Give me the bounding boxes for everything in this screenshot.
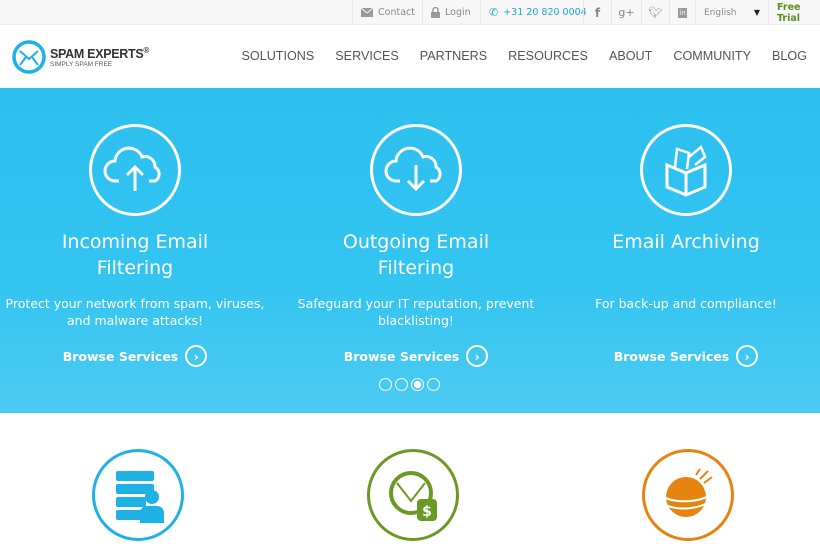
linkedin-icon[interactable]: in <box>669 0 695 25</box>
caret-down-icon: ▼ <box>753 8 760 17</box>
browse-services-button[interactable]: Browse Services › <box>344 345 489 367</box>
header: SPAM EXPERTS® SIMPLY SPAM FREE SOLUTIONS… <box>0 25 820 88</box>
slide-outgoing-filtering: Outgoing Email Filtering Safeguard your I… <box>266 88 566 367</box>
slide-incoming-filtering: Incoming Email Filtering Protect your net… <box>0 88 285 367</box>
chevron-right-icon: › <box>736 345 759 367</box>
carousel-dot-3[interactable] <box>411 378 424 391</box>
envelope-icon <box>361 8 373 17</box>
browse-services-button[interactable]: Browse Services › <box>614 345 759 367</box>
logo-envelope-icon <box>12 40 46 74</box>
main-nav: SOLUTIONS SERVICES PARTNERS RESOURCES AB… <box>242 49 808 63</box>
free-trial-link[interactable]: Free Trial <box>768 0 820 25</box>
nav-community[interactable]: COMMUNITY <box>673 49 751 63</box>
phone-icon: ✆ <box>489 6 499 19</box>
server-user-icon <box>92 449 184 541</box>
cloud-upload-icon <box>89 124 181 216</box>
nav-about[interactable]: ABOUT <box>609 49 652 63</box>
carousel-dots <box>379 378 440 391</box>
carousel-dot-4[interactable] <box>427 378 440 391</box>
lock-icon <box>431 7 440 18</box>
svg-text:$: $ <box>422 504 432 520</box>
nav-solutions[interactable]: SOLUTIONS <box>242 49 315 63</box>
carousel-dot-2[interactable] <box>395 378 408 391</box>
nav-partners[interactable]: PARTNERS <box>420 49 487 63</box>
language-select[interactable]: English ▼ <box>695 0 768 25</box>
phone-link[interactable]: ✆ +31 20 820 0004 <box>480 0 595 25</box>
cloud-download-icon <box>370 124 462 216</box>
hero-carousel: Incoming Email Filtering Protect your net… <box>0 88 820 413</box>
google-plus-icon[interactable]: g+ <box>611 0 641 25</box>
slide-email-archiving: Email Archiving For back-up and complian… <box>536 88 820 367</box>
logo[interactable]: SPAM EXPERTS® SIMPLY SPAM FREE <box>12 40 149 74</box>
archive-box-icon <box>640 124 732 216</box>
chevron-right-icon: › <box>185 345 208 367</box>
browse-services-button[interactable]: Browse Services › <box>63 345 208 367</box>
top-bar: Contact Login ✆ +31 20 820 0004 f g+ 🐦︎ … <box>0 0 820 25</box>
nav-services[interactable]: SERVICES <box>335 49 398 63</box>
carousel-dot-1[interactable] <box>379 378 392 391</box>
login-link[interactable]: Login <box>422 0 479 25</box>
nav-resources[interactable]: RESOURCES <box>508 49 588 63</box>
globe-icon <box>642 449 734 541</box>
no-spam-money-icon: $ <box>367 449 459 541</box>
contact-link[interactable]: Contact <box>352 0 423 25</box>
chevron-right-icon: › <box>466 345 489 367</box>
facebook-icon[interactable]: f <box>583 0 611 25</box>
twitter-icon[interactable]: 🐦︎ <box>641 0 669 25</box>
nav-blog[interactable]: BLOG <box>772 49 807 63</box>
